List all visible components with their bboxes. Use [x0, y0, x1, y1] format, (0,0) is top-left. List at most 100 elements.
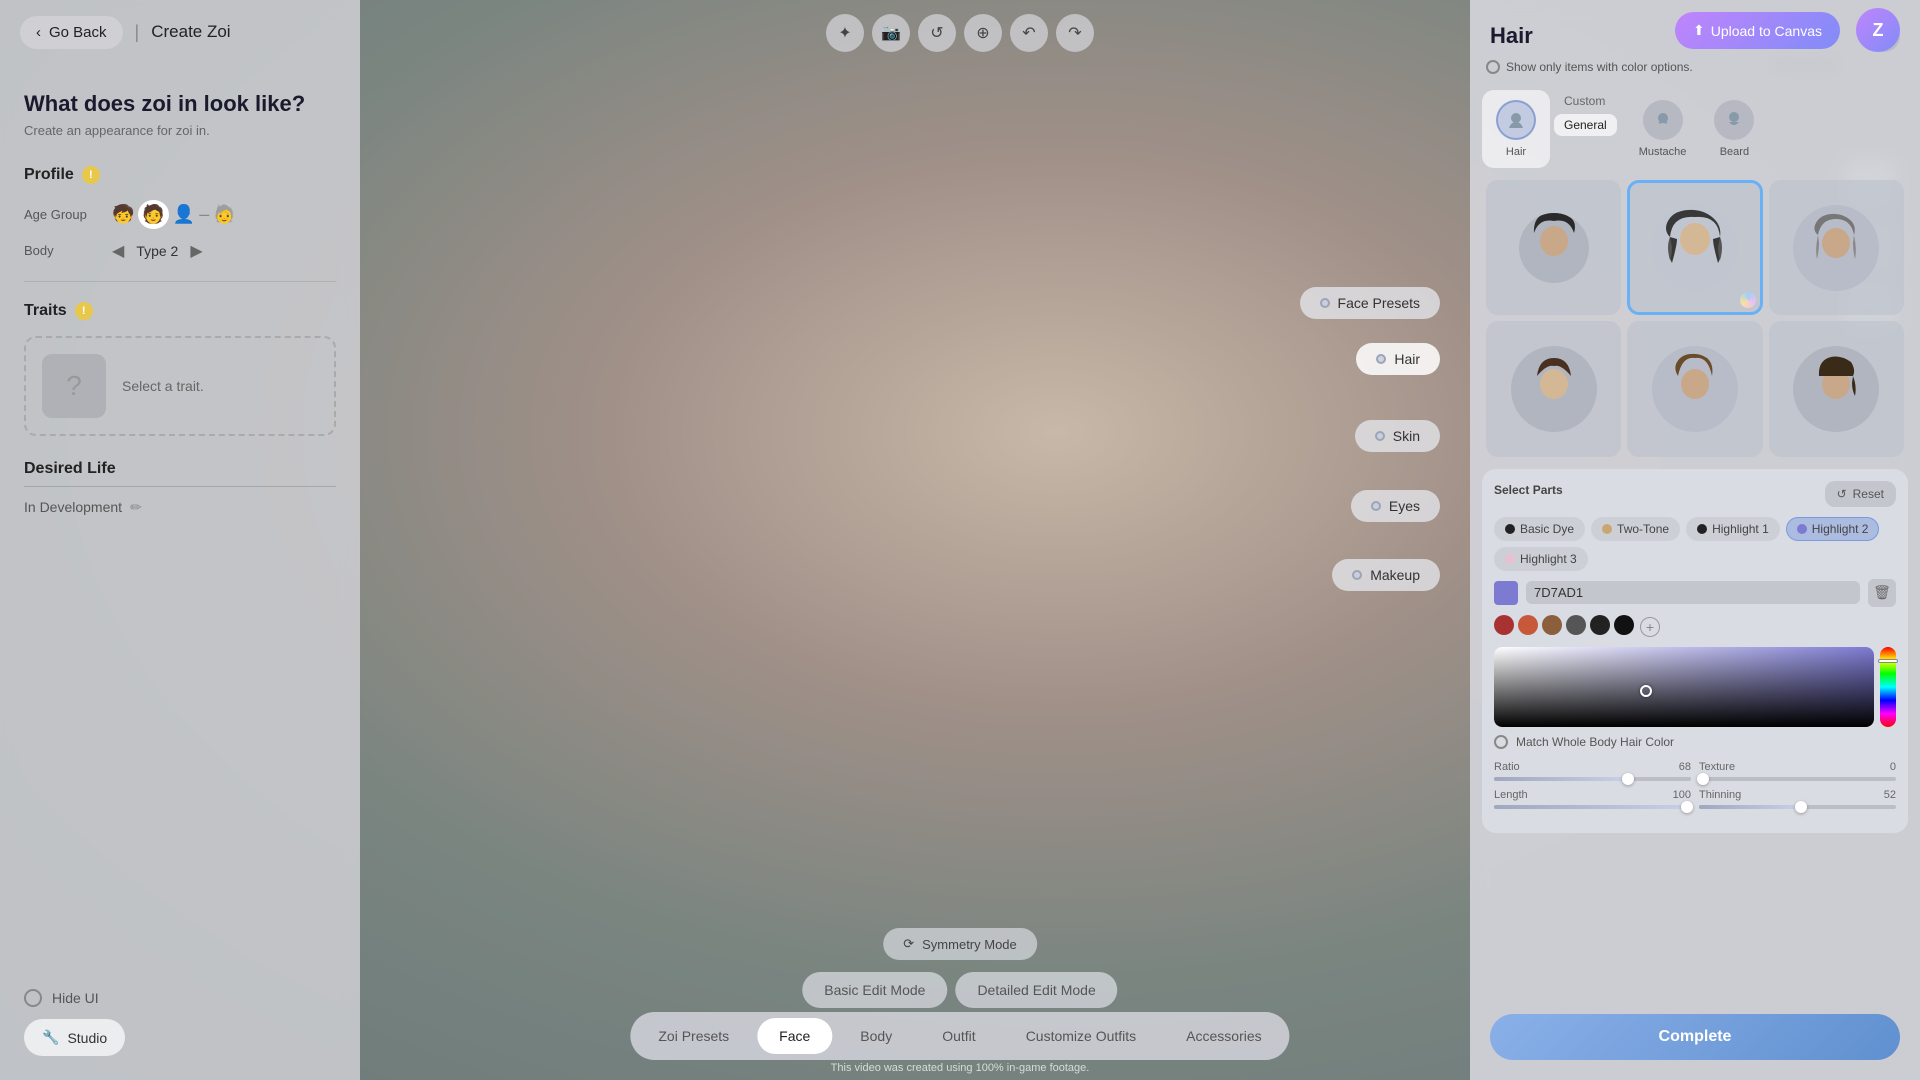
reset-button[interactable]: ↺ Reset: [1825, 481, 1896, 507]
ratio-slider-fill: [1494, 777, 1628, 781]
basic-edit-mode-button[interactable]: Basic Edit Mode: [802, 972, 947, 1008]
texture-slider-track[interactable]: [1699, 777, 1896, 781]
preset-brown[interactable]: [1542, 615, 1562, 635]
hair-label-text: Hair: [1394, 351, 1420, 367]
thinning-slider-thumb[interactable]: [1795, 801, 1807, 813]
tab-customize-outfits[interactable]: Customize Outfits: [1004, 1018, 1158, 1054]
delete-color-button[interactable]: 🗑: [1868, 579, 1896, 607]
toolbar: ✦ 📷 ↺ ⊕ ↶ ↷: [826, 14, 1094, 52]
chip-two-tone[interactable]: Two-Tone: [1591, 517, 1680, 541]
tab-outfit[interactable]: Outfit: [920, 1018, 997, 1054]
skin-label-text: Skin: [1393, 428, 1420, 444]
hair-preview-1: [1519, 213, 1589, 283]
hair-item-3[interactable]: [1769, 180, 1904, 315]
skin-label[interactable]: Skin: [1355, 420, 1440, 452]
tab-zoi-presets[interactable]: Zoi Presets: [636, 1018, 751, 1054]
add-preset-button[interactable]: +: [1640, 617, 1660, 637]
toolbar-btn-zoom[interactable]: ⊕: [964, 14, 1002, 52]
preset-black[interactable]: [1614, 615, 1634, 635]
hair-item-4[interactable]: [1486, 321, 1621, 456]
shimmer-selected: [1740, 292, 1756, 308]
chip-highlight-2-label: Highlight 2: [1812, 522, 1869, 536]
hair-item-6[interactable]: [1769, 321, 1904, 456]
edit-dev-icon[interactable]: ✏: [130, 499, 142, 516]
eyes-label[interactable]: Eyes: [1351, 490, 1440, 522]
go-back-button[interactable]: ‹ Go Back: [20, 16, 123, 49]
hair-nav-beard[interactable]: Beard: [1700, 90, 1768, 168]
ratio-slider-thumb[interactable]: [1622, 773, 1634, 785]
select-parts-label: Select Parts: [1494, 483, 1563, 497]
profile-label: Profile: [24, 166, 74, 184]
toolbar-btn-camera[interactable]: 📷: [872, 14, 910, 52]
makeup-label[interactable]: Makeup: [1332, 559, 1440, 591]
sub-nav-general[interactable]: General: [1554, 114, 1617, 136]
tab-body[interactable]: Body: [838, 1018, 914, 1054]
sub-nav-custom[interactable]: Custom: [1554, 90, 1617, 112]
face-presets-label[interactable]: Face Presets: [1300, 287, 1440, 319]
ratio-slider-track[interactable]: [1494, 777, 1691, 781]
traits-box[interactable]: ? Select a trait.: [24, 336, 336, 436]
hair-nav-mustache-label: Mustache: [1639, 146, 1687, 158]
hue-bar[interactable]: [1880, 647, 1896, 727]
chip-highlight-2[interactable]: Highlight 2: [1786, 517, 1880, 541]
length-slider-track[interactable]: [1494, 805, 1691, 809]
studio-label: Studio: [67, 1030, 107, 1046]
upload-canvas-button[interactable]: ⬆ Upload to Canvas: [1675, 12, 1840, 49]
preset-dark[interactable]: [1590, 615, 1610, 635]
match-hair-radio[interactable]: [1494, 735, 1508, 749]
texture-slider-thumb[interactable]: [1697, 773, 1709, 785]
preset-orange[interactable]: [1518, 615, 1538, 635]
age-young-adult-icon[interactable]: 🧑: [138, 200, 168, 229]
thinning-slider-track[interactable]: [1699, 805, 1896, 809]
detailed-edit-mode-button[interactable]: Detailed Edit Mode: [955, 972, 1117, 1008]
age-sep: –: [199, 204, 209, 225]
hair-nav-hair[interactable]: Hair: [1482, 90, 1550, 168]
hair-nav-mustache[interactable]: Mustache: [1625, 90, 1701, 168]
body-next-arrow[interactable]: ▶: [190, 241, 202, 261]
hair-item-2[interactable]: [1627, 180, 1762, 315]
toolbar-btn-rotate[interactable]: ↺: [918, 14, 956, 52]
preset-gray[interactable]: [1566, 615, 1586, 635]
chip-highlight-3[interactable]: Highlight 3: [1494, 547, 1588, 571]
ratio-label: Ratio: [1494, 761, 1520, 773]
hide-ui-radio[interactable]: [24, 989, 42, 1007]
body-prev-arrow[interactable]: ◀: [112, 241, 124, 261]
symmetry-mode-button[interactable]: ⟳ Symmetry Mode: [883, 928, 1037, 960]
studio-icon: 🔧: [42, 1029, 59, 1046]
length-slider-row: Length 100: [1494, 789, 1691, 809]
thinning-slider-header: Thinning 52: [1699, 789, 1896, 801]
hair-item-5[interactable]: [1627, 321, 1762, 456]
traits-section-header: Traits !: [24, 302, 336, 320]
hair-nav-hair-label: Hair: [1506, 146, 1526, 158]
hex-input[interactable]: [1526, 581, 1860, 604]
toolbar-btn-undo[interactable]: ↶: [1010, 14, 1048, 52]
main-subtitle: Create an appearance for zoi in.: [24, 123, 336, 138]
hair-label[interactable]: Hair: [1356, 343, 1440, 375]
studio-button[interactable]: 🔧 Studio: [24, 1019, 125, 1056]
main-question: What does zoi in look like?: [24, 90, 336, 119]
color-gradient-box[interactable]: [1494, 647, 1874, 727]
age-elder-icon[interactable]: 🧓: [213, 204, 235, 225]
hair-sub-nav: Custom General: [1554, 90, 1617, 136]
chip-highlight-1[interactable]: Highlight 1: [1686, 517, 1780, 541]
thinning-slider-row: Thinning 52: [1699, 789, 1896, 809]
ratio-slider-row: Ratio 68: [1494, 761, 1691, 781]
age-child-icon[interactable]: 🧒: [112, 204, 134, 225]
texture-label: Texture: [1699, 761, 1735, 773]
hair-item-1[interactable]: [1486, 180, 1621, 315]
age-adult-icon[interactable]: 👤: [173, 204, 195, 225]
color-swatch[interactable]: [1494, 581, 1518, 605]
tab-face[interactable]: Face: [757, 1018, 832, 1054]
chip-basic-dye[interactable]: Basic Dye: [1494, 517, 1585, 541]
toolbar-btn-pointer[interactable]: ✦: [826, 14, 864, 52]
user-avatar[interactable]: Z: [1856, 8, 1900, 52]
complete-button[interactable]: Complete: [1490, 1014, 1900, 1060]
color-gradient-wrapper: [1494, 647, 1896, 727]
preset-red[interactable]: [1494, 615, 1514, 635]
tab-accessories[interactable]: Accessories: [1164, 1018, 1283, 1054]
eyes-dot: [1371, 501, 1381, 511]
toolbar-btn-redo[interactable]: ↷: [1056, 14, 1094, 52]
face-presets-dot: [1320, 298, 1330, 308]
length-slider-thumb[interactable]: [1681, 801, 1693, 813]
color-input-row: 🗑: [1494, 579, 1896, 607]
